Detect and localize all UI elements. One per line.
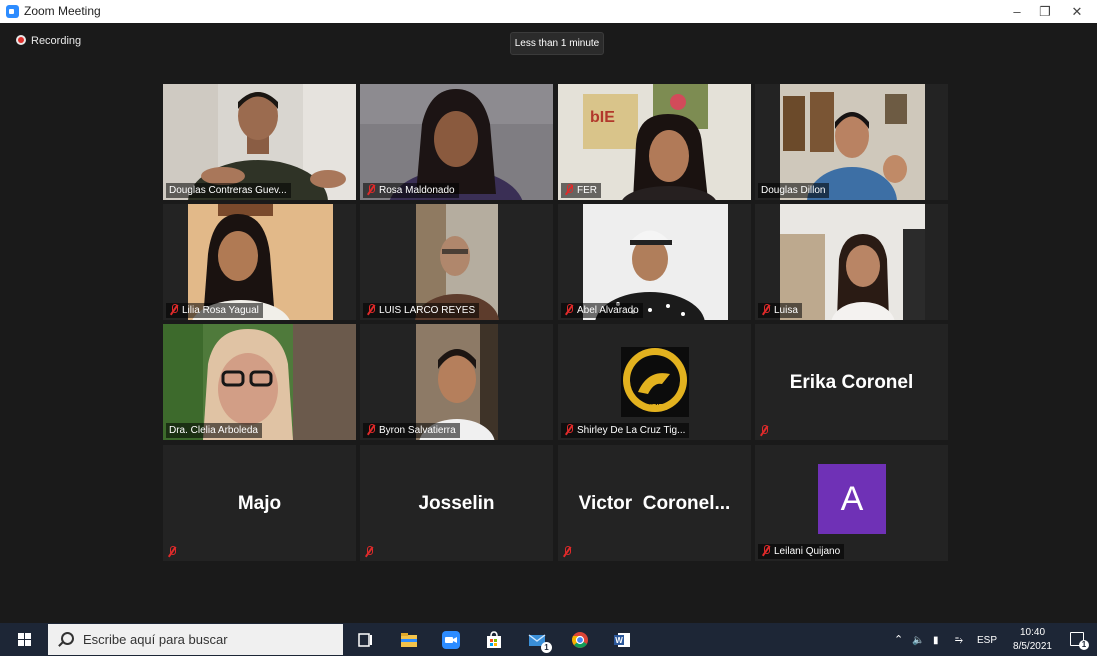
mail-app-button[interactable]: 1 <box>527 630 553 654</box>
participant-name: Dra. Clelia Arboleda <box>169 425 258 436</box>
chevron-up-icon[interactable]: ⌃ <box>894 633 903 646</box>
chrome-icon[interactable] <box>570 630 590 650</box>
muted-mic-icon <box>759 425 769 436</box>
restore-button[interactable]: ❐ <box>1030 2 1060 21</box>
participant-name: Byron Salvatierra <box>379 425 456 436</box>
participant-name-tag: Lilia Rosa Yagual <box>166 303 263 318</box>
muted-mic-icon <box>564 304 574 315</box>
participant-tile-abel-alvarado[interactable]: Abel Alvarado <box>558 204 751 320</box>
participant-name-tag: Leilani Quijano <box>758 544 845 559</box>
participant-name: FER <box>577 185 597 196</box>
upie-logo-text: UPIE <box>647 404 664 411</box>
svg-text:W: W <box>615 636 623 645</box>
participant-name: Leilani Quijano <box>774 546 841 557</box>
participant-tile-fer[interactable]: bIE FER <box>558 84 751 200</box>
avatar: A <box>818 464 886 534</box>
participant-name-tag: Rosa Maldonado <box>363 183 459 198</box>
participant-name-tag: Shirley De La Cruz Tig... <box>561 423 690 438</box>
muted-mic-icon <box>366 424 376 435</box>
meeting-timer: Less than 1 minute <box>510 32 604 55</box>
recording-indicator[interactable]: Recording <box>16 35 81 47</box>
zoom-logo-icon <box>6 5 19 18</box>
participant-name: Abel Alvarado <box>577 305 639 316</box>
muted-mic-icon <box>364 546 374 557</box>
minimize-button[interactable]: – <box>1002 2 1032 21</box>
participant-name: Rosa Maldonado <box>379 185 455 196</box>
word-icon[interactable]: W <box>612 630 632 650</box>
svg-text:bIE: bIE <box>590 109 615 126</box>
system-clock[interactable]: 10:40 8/5/2021 <box>1010 626 1055 654</box>
muted-mic-icon <box>169 304 179 315</box>
participant-tile-rosa-maldonado[interactable]: Rosa Maldonado <box>360 84 553 200</box>
participant-name-tag: Byron Salvatierra <box>363 423 460 438</box>
participant-display-name: Erika Coronel <box>789 372 914 393</box>
window-title: Zoom Meeting <box>24 4 101 18</box>
participant-name: Lilia Rosa Yagual <box>182 305 259 316</box>
muted-mic-icon <box>366 304 376 315</box>
participant-tile-luisa[interactable]: Luisa <box>755 204 948 320</box>
muted-mic-icon <box>761 304 771 315</box>
participant-tile-leilani-quijano[interactable]: A Leilani Quijano <box>755 445 948 561</box>
taskbar-search-box[interactable]: Escribe aquí para buscar <box>48 624 343 655</box>
notification-badge: 1 <box>1079 640 1089 650</box>
search-icon <box>61 632 74 645</box>
participant-name-tag: Abel Alvarado <box>561 303 643 318</box>
participant-tile-luis-larco-reyes[interactable]: LUIS LARCO REYES <box>360 204 553 320</box>
participant-display-name: Victor Coronel... <box>578 493 731 514</box>
muted-mic-icon <box>366 184 376 195</box>
microsoft-store-icon[interactable] <box>484 630 504 650</box>
participant-tile-douglas-dillon[interactable]: Douglas Dillon <box>755 84 948 200</box>
participant-name: Douglas Contreras Guev... <box>169 185 287 196</box>
participant-name-tag: Douglas Contreras Guev... <box>166 183 291 198</box>
speaker-icon[interactable]: 🔈 <box>912 635 924 646</box>
participant-name: Douglas Dillon <box>761 185 826 196</box>
participant-name: Shirley De La Cruz Tig... <box>577 425 686 436</box>
participant-name-tag: Douglas Dillon <box>758 183 830 198</box>
participant-name-tag: FER <box>561 183 601 198</box>
clock-time: 10:40 <box>1019 627 1046 638</box>
participant-name: LUIS LARCO REYES <box>379 305 476 316</box>
participant-name-tag: Dra. Clelia Arboleda <box>166 423 262 438</box>
participant-tile-lilia-rosa-yagual[interactable]: Lilia Rosa Yagual <box>163 204 356 320</box>
battery-icon[interactable]: ▮ <box>933 635 939 646</box>
participant-tile-majo[interactable]: Majo <box>163 445 356 561</box>
muted-mic-icon <box>564 184 574 195</box>
participant-tile-byron-salvatierra[interactable]: Byron Salvatierra <box>360 324 553 440</box>
zoom-app-icon[interactable] <box>441 630 461 650</box>
muted-mic-icon <box>562 546 572 557</box>
participant-name-tag: LUIS LARCO REYES <box>363 303 480 318</box>
participant-tile-douglas-contreras[interactable]: Douglas Contreras Guev... <box>163 84 356 200</box>
record-icon <box>16 35 26 45</box>
wifi-icon[interactable]: ⥱ <box>955 635 963 646</box>
participant-name: Luisa <box>774 305 798 316</box>
recording-label: Recording <box>31 35 82 47</box>
windows-start-icon[interactable] <box>18 633 32 647</box>
participant-name-tag: Luisa <box>758 303 802 318</box>
participant-tile-clelia-arboleda[interactable]: Dra. Clelia Arboleda <box>163 324 356 440</box>
clock-date: 8/5/2021 <box>1013 641 1052 652</box>
participant-tile-josselin[interactable]: Josselin <box>360 445 553 561</box>
search-placeholder: Escribe aquí para buscar <box>83 632 228 647</box>
notification-center-button[interactable]: 1 <box>1068 630 1089 650</box>
muted-mic-icon <box>761 545 771 556</box>
file-explorer-icon[interactable] <box>399 630 419 650</box>
participant-tile-erika-coronel[interactable]: Erika Coronel <box>755 324 948 440</box>
participant-display-name: Majo <box>237 493 282 514</box>
mail-badge: 1 <box>541 642 552 653</box>
participant-tile-shirley-de-la-cruz[interactable]: UPIE Shirley De La Cruz Tig... <box>558 324 751 440</box>
participant-tile-victor-coronel[interactable]: Victor Coronel... <box>558 445 751 561</box>
language-indicator[interactable]: ESP <box>977 635 997 646</box>
windows-taskbar: Escribe aquí para buscar 1 W ⌃ 🔈 ▮ ⥱ ESP… <box>0 623 1097 656</box>
muted-mic-icon <box>564 424 574 435</box>
task-view-icon[interactable] <box>356 630 376 650</box>
close-button[interactable]: ✕ <box>1062 2 1092 21</box>
participant-display-name: Josselin <box>418 493 495 514</box>
window-titlebar: Zoom Meeting – ❐ ✕ <box>0 0 1097 23</box>
muted-mic-icon <box>167 546 177 557</box>
